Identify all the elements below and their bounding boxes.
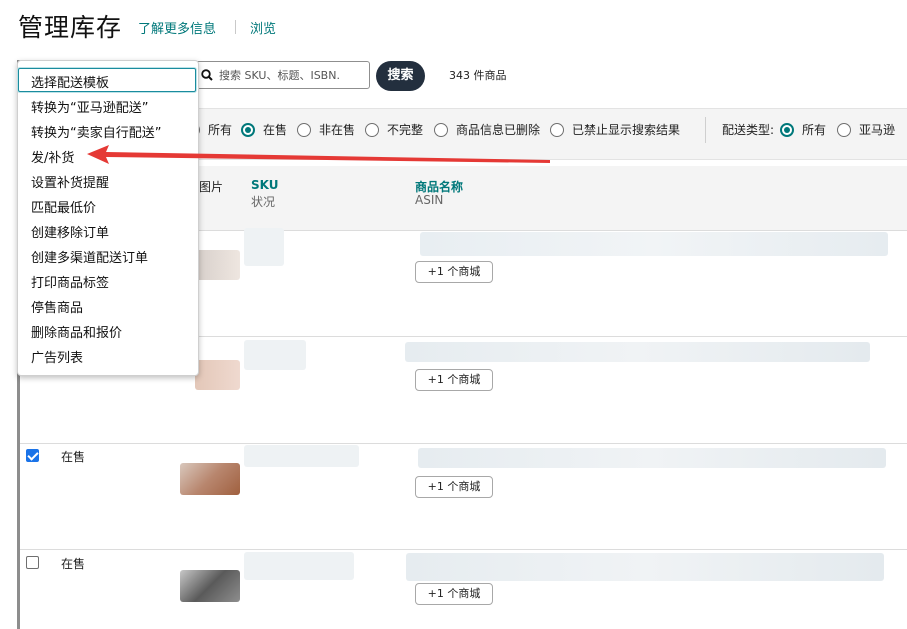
product-thumbnail xyxy=(180,570,240,602)
search-button[interactable]: 搜索 xyxy=(376,61,425,91)
menu-item-delete-listing[interactable]: 删除商品和报价 xyxy=(31,322,122,341)
filter-divider xyxy=(705,117,706,143)
radio-incomplete[interactable] xyxy=(365,122,379,137)
radio-active[interactable] xyxy=(241,122,255,137)
row-status: 在售 xyxy=(61,450,86,464)
fulfillment-type-label-wrap: 配送类型: xyxy=(722,121,774,138)
filter-status-suppressed-label: 已禁止显示搜索结果 xyxy=(572,123,681,137)
filter-status-inactive-label: 非在售 xyxy=(319,123,356,137)
row-divider xyxy=(20,443,907,444)
menu-item-advertise-listing[interactable]: 广告列表 xyxy=(31,347,83,366)
filter-status-all-label: 所有 xyxy=(208,123,233,137)
sku-redacted xyxy=(244,228,284,266)
product-name-redacted xyxy=(420,232,888,256)
search-box[interactable] xyxy=(194,61,370,89)
column-status: 状况 xyxy=(251,195,276,209)
menu-item-convert-to-fba[interactable]: 转换为“亚马逊配送” xyxy=(31,97,148,116)
product-count: 343 件商品 xyxy=(449,69,507,82)
filter-status-inactive[interactable]: 非在售 xyxy=(297,121,355,138)
sku-redacted xyxy=(244,445,359,467)
radio-deleted[interactable] xyxy=(434,122,448,137)
menu-item-convert-to-fbm[interactable]: 转换为“卖家自行配送” xyxy=(31,122,161,141)
product-thumbnail xyxy=(195,250,240,280)
fulfillment-all[interactable]: 所有 xyxy=(780,121,826,138)
search-icon xyxy=(201,69,213,81)
radio-inactive[interactable] xyxy=(297,122,311,137)
product-name-redacted xyxy=(418,448,886,468)
column-sku[interactable]: SKU xyxy=(251,178,278,192)
product-thumbnail xyxy=(180,463,240,495)
row-checkbox[interactable] xyxy=(26,449,39,462)
action-dropdown-menu: 选择配送模板 转换为“亚马逊配送” 转换为“卖家自行配送” 发/补货 设置补货提… xyxy=(17,60,199,376)
radio-fulfillment-amazon[interactable] xyxy=(837,122,851,137)
product-thumbnail xyxy=(195,360,240,390)
sku-redacted xyxy=(244,340,306,370)
radio-suppressed[interactable] xyxy=(550,122,564,137)
menu-item-close-listing[interactable]: 停售商品 xyxy=(31,297,83,316)
search-input[interactable] xyxy=(219,65,365,85)
marketplace-button[interactable]: +1 个商城 xyxy=(415,261,493,283)
row-divider xyxy=(20,549,907,550)
row-status: 在售 xyxy=(61,557,86,571)
sku-redacted xyxy=(244,552,354,580)
menu-item-send-replenish[interactable]: 发/补货 xyxy=(31,147,74,166)
filter-status-active[interactable]: 在售 xyxy=(241,121,287,138)
menu-item-match-low-price[interactable]: 匹配最低价 xyxy=(31,197,96,216)
filter-status-deleted-label: 商品信息已删除 xyxy=(456,123,541,137)
radio-fulfillment-all[interactable] xyxy=(780,122,794,137)
marketplace-button[interactable]: +1 个商城 xyxy=(415,369,493,391)
menu-item-create-removal-order[interactable]: 创建移除订单 xyxy=(31,222,109,241)
filter-status-incomplete-label: 不完整 xyxy=(387,123,424,137)
fulfillment-amazon-label: 亚马逊 xyxy=(859,123,896,137)
menu-item-select-shipping-template[interactable]: 选择配送模板 xyxy=(31,72,109,91)
product-name-redacted xyxy=(405,342,870,362)
filter-status-suppressed[interactable]: 已禁止显示搜索结果 xyxy=(550,121,680,138)
browse-link[interactable]: 浏览 xyxy=(250,18,276,37)
marketplace-button[interactable]: +1 个商城 xyxy=(415,476,493,498)
filter-status-incomplete[interactable]: 不完整 xyxy=(365,121,423,138)
page-title: 管理库存 xyxy=(18,13,123,42)
header-divider xyxy=(235,20,236,34)
learn-more-link[interactable]: 了解更多信息 xyxy=(138,18,216,37)
column-asin: ASIN xyxy=(415,193,444,207)
product-name-redacted xyxy=(406,553,884,581)
fulfillment-type-label: 配送类型: xyxy=(722,123,775,137)
menu-item-restock-alert[interactable]: 设置补货提醒 xyxy=(31,172,109,191)
marketplace-button[interactable]: +1 个商城 xyxy=(415,583,493,605)
row-checkbox[interactable] xyxy=(26,556,39,569)
menu-item-print-labels[interactable]: 打印商品标签 xyxy=(31,272,109,291)
annotation-arrow-icon xyxy=(87,145,550,164)
filter-status-active-label: 在售 xyxy=(263,123,288,137)
filter-status-deleted[interactable]: 商品信息已删除 xyxy=(434,121,540,138)
menu-item-create-mcf-order[interactable]: 创建多渠道配送订单 xyxy=(31,247,148,266)
column-image: 图片 xyxy=(199,180,224,194)
fulfillment-all-label: 所有 xyxy=(802,123,827,137)
fulfillment-amazon[interactable]: 亚马逊 xyxy=(837,121,895,138)
